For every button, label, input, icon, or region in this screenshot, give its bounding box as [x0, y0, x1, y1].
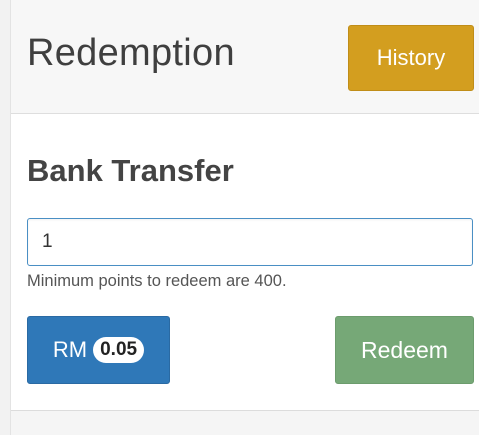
minimum-points-hint: Minimum points to redeem are 400. — [27, 272, 287, 290]
footer-area — [11, 411, 479, 435]
redemption-panel: Redemption History Bank Transfer Minimum… — [10, 0, 479, 435]
rm-amount-badge: 0.05 — [93, 336, 145, 364]
redeem-button[interactable]: Redeem — [335, 316, 474, 384]
rm-currency-label: RM — [52, 337, 88, 362]
history-button[interactable]: History — [348, 25, 474, 91]
page-title: Redemption — [27, 32, 235, 74]
points-input[interactable] — [27, 218, 473, 266]
section-title: Bank Transfer — [27, 153, 234, 188]
rm-amount-button[interactable]: RM 0.05 — [27, 316, 170, 384]
header: Redemption History — [11, 0, 479, 114]
